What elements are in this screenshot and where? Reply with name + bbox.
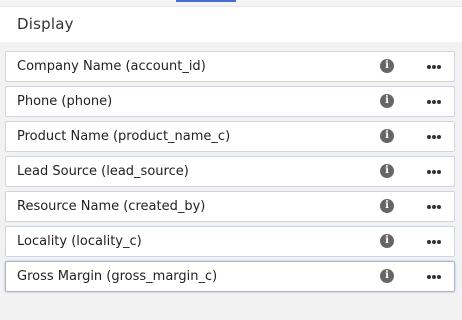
more-options-icon[interactable] [427, 65, 443, 69]
field-label: Locality (locality_c) [17, 234, 142, 249]
field-row-resource-name[interactable]: Resource Name (created_by) i [5, 191, 455, 222]
info-icon[interactable]: i [380, 59, 394, 73]
info-icon[interactable]: i [380, 234, 394, 248]
field-label: Lead Source (lead_source) [17, 164, 189, 179]
field-row-lead-source[interactable]: Lead Source (lead_source) i [5, 156, 455, 187]
field-label: Product Name (product_name_c) [17, 129, 231, 144]
field-row-phone[interactable]: Phone (phone) i [5, 86, 455, 117]
more-options-icon[interactable] [427, 170, 443, 174]
info-icon[interactable]: i [380, 269, 394, 283]
field-row-locality[interactable]: Locality (locality_c) i [5, 226, 455, 257]
more-options-icon[interactable] [427, 205, 443, 209]
info-icon[interactable]: i [380, 94, 394, 108]
display-field-list: Company Name (account_id) i Phone (phone… [5, 51, 455, 296]
field-row-gross-margin[interactable]: Gross Margin (gross_margin_c) i [5, 261, 455, 292]
more-options-icon[interactable] [427, 240, 443, 244]
field-label: Gross Margin (gross_margin_c) [17, 269, 218, 284]
active-tab-indicator [176, 0, 236, 2]
more-options-icon[interactable] [427, 135, 443, 139]
info-icon[interactable]: i [380, 199, 394, 213]
field-row-company-name[interactable]: Company Name (account_id) i [5, 51, 455, 82]
field-label: Company Name (account_id) [17, 59, 206, 74]
more-options-icon[interactable] [427, 275, 443, 279]
field-label: Resource Name (created_by) [17, 199, 206, 214]
info-icon[interactable]: i [380, 164, 394, 178]
section-title: Display [17, 15, 74, 33]
more-options-icon[interactable] [427, 100, 443, 104]
info-icon[interactable]: i [380, 129, 394, 143]
display-section-header: Display [0, 6, 462, 42]
field-row-product-name[interactable]: Product Name (product_name_c) i [5, 121, 455, 152]
field-label: Phone (phone) [17, 94, 113, 109]
